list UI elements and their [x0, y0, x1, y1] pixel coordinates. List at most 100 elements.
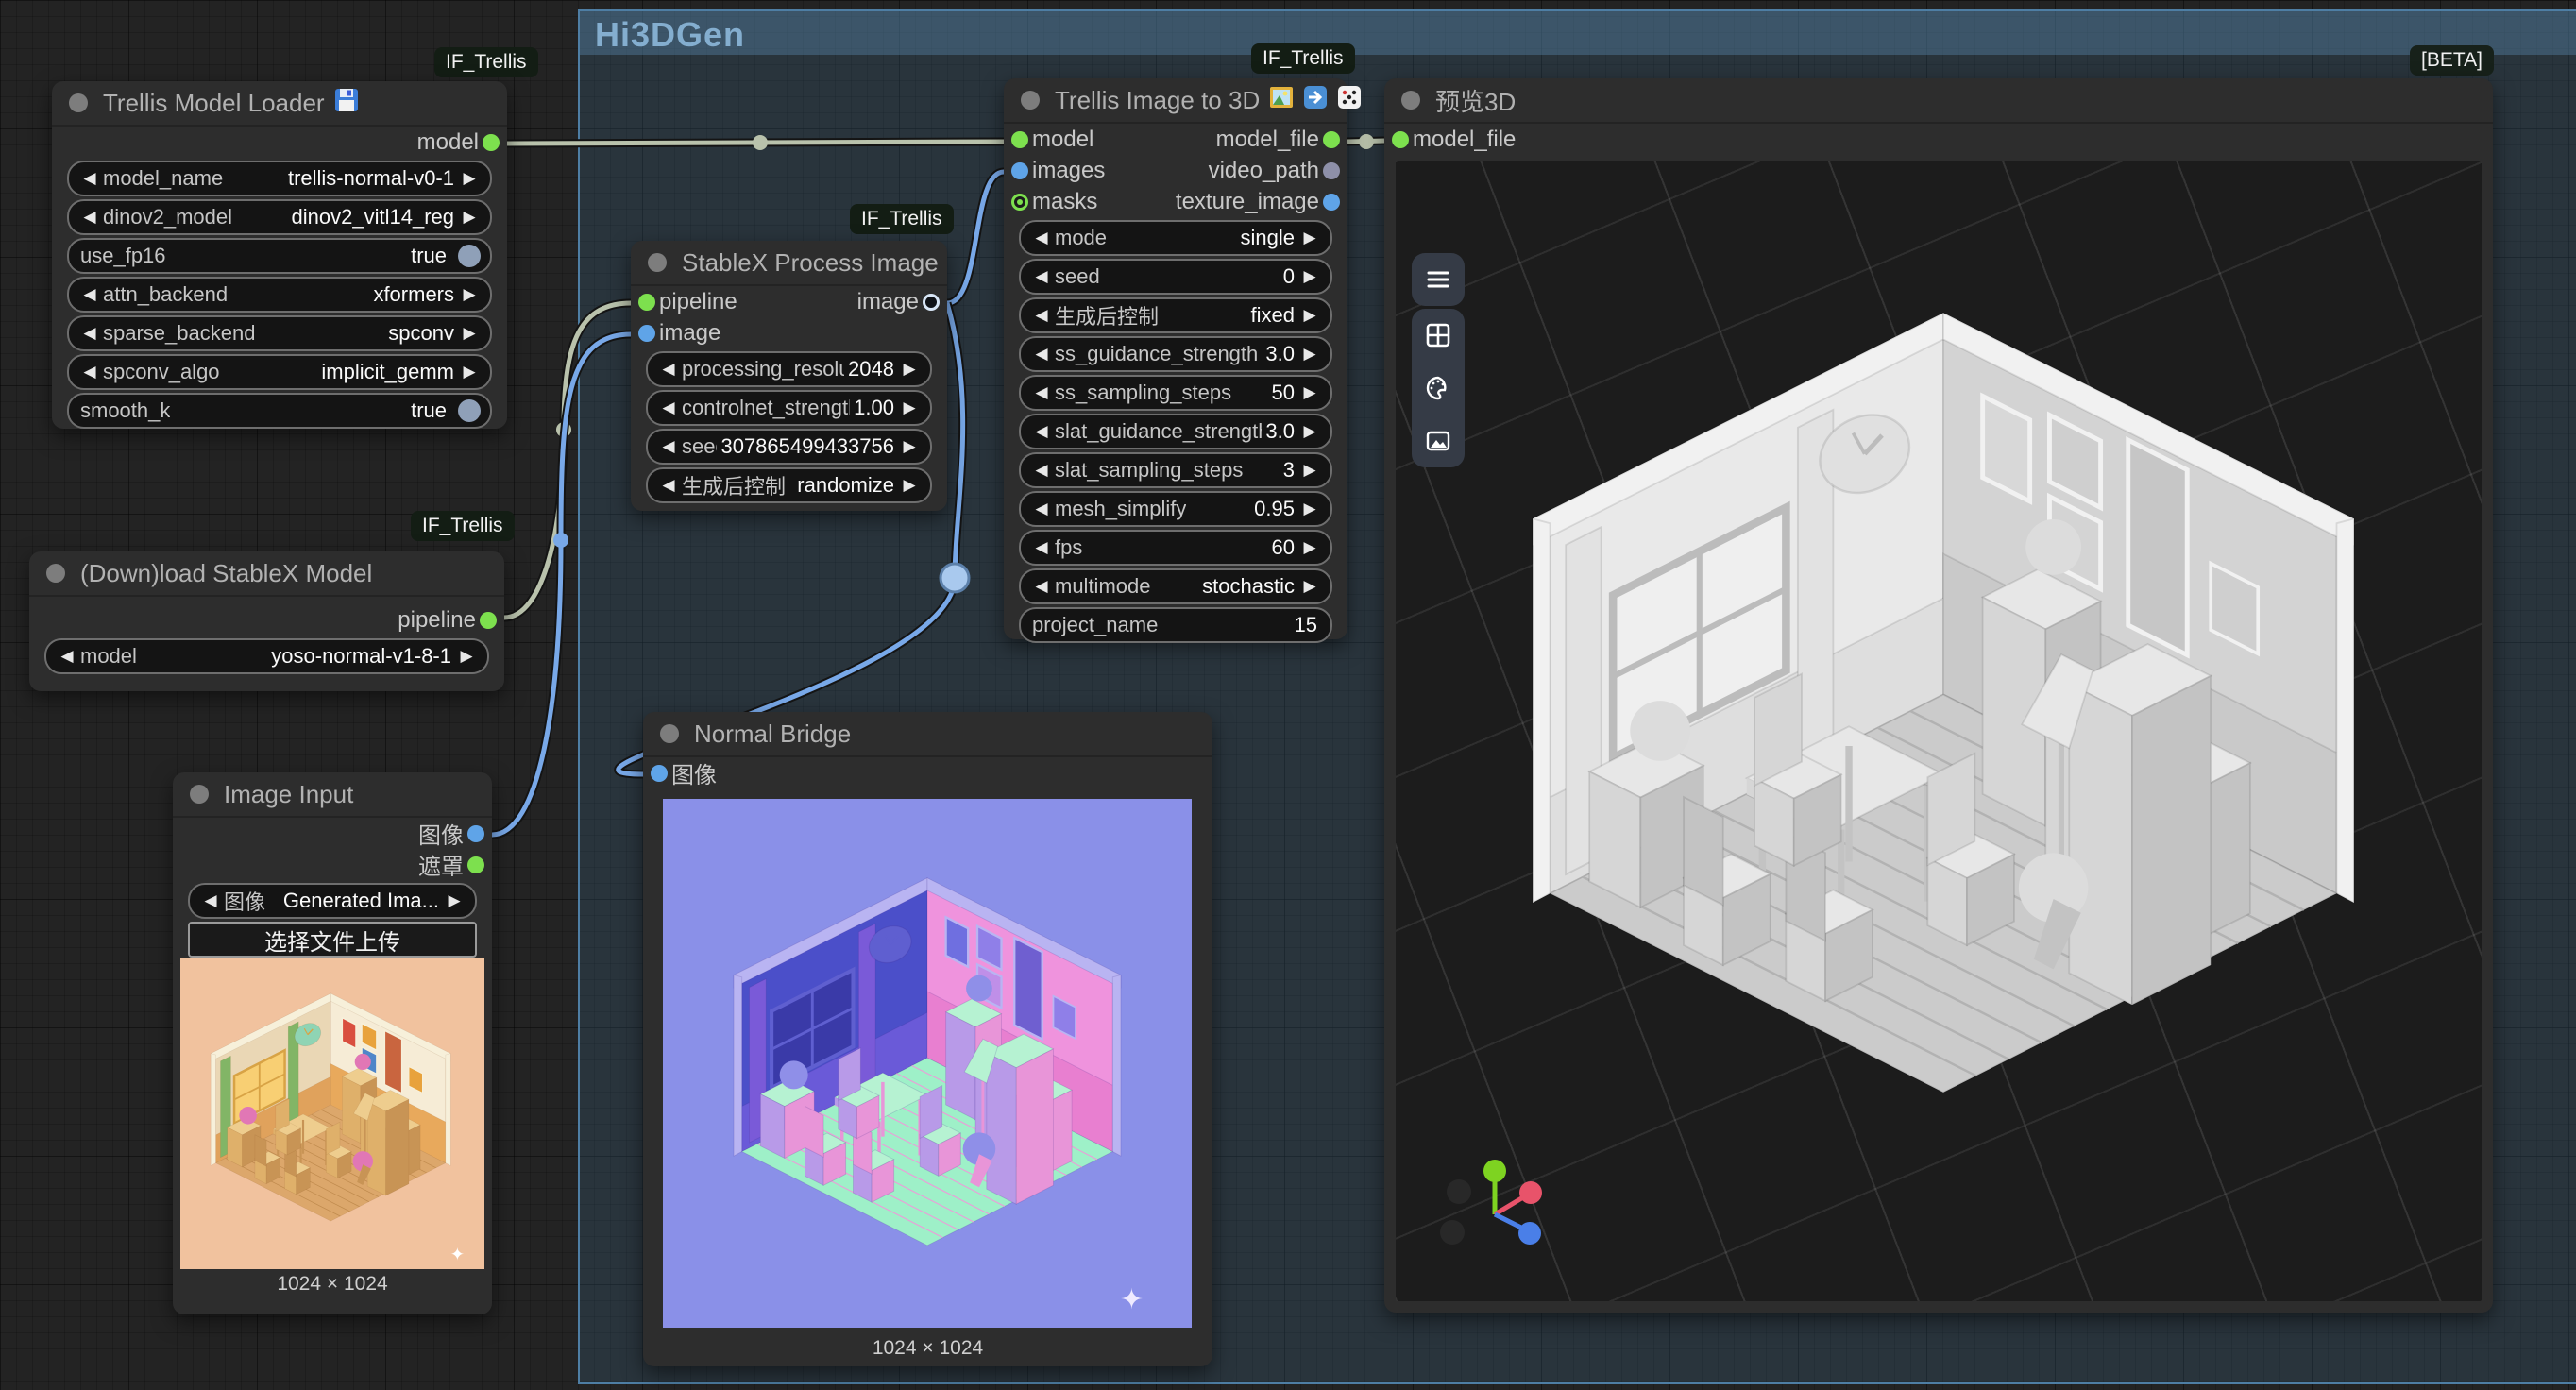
node-header[interactable]: 预览3D: [1384, 78, 2493, 124]
port-dot[interactable]: [483, 133, 500, 151]
increment-arrow-icon[interactable]: ▶: [458, 363, 481, 381]
image-icon[interactable]: [1412, 415, 1465, 467]
decrement-arrow-icon[interactable]: ◀: [56, 647, 78, 666]
decrement-arrow-icon[interactable]: ◀: [1030, 383, 1053, 402]
widget-use-fp16[interactable]: use_fp16 true: [67, 238, 492, 274]
toggle-knob-icon[interactable]: [458, 399, 481, 422]
port-dot[interactable]: [480, 611, 497, 629]
port-dot[interactable]: [1323, 161, 1340, 179]
node-header[interactable]: StableX Process Image: [631, 241, 947, 286]
widget-controlnet-strength[interactable]: ◀ controlnet_strength 1.00 ▶: [646, 390, 932, 426]
increment-arrow-icon[interactable]: ▶: [1298, 461, 1321, 480]
palette-icon[interactable]: [1412, 362, 1465, 415]
grid-icon[interactable]: [1412, 309, 1465, 362]
decrement-arrow-icon[interactable]: ◀: [657, 476, 680, 495]
collapse-dot-icon[interactable]: [69, 93, 88, 112]
collapse-dot-icon[interactable]: [46, 564, 65, 583]
widget-ss-sampling-steps[interactable]: ◀ ss_sampling_steps 50 ▶: [1019, 375, 1332, 411]
increment-arrow-icon[interactable]: ▶: [458, 285, 481, 304]
increment-arrow-icon[interactable]: ▶: [1298, 229, 1321, 247]
menu-icon[interactable]: [1412, 253, 1465, 306]
node-graph-canvas[interactable]: Hi3DGen IF_Trellis IF_Trellis IF_Trellis…: [0, 0, 2576, 1390]
widget-multimode[interactable]: ◀ multimode stochastic ▶: [1019, 568, 1332, 604]
collapse-dot-icon[interactable]: [1401, 91, 1420, 110]
widget-mesh-simplify[interactable]: ◀ mesh_simplify 0.95 ▶: [1019, 491, 1332, 527]
port-dot[interactable]: [1392, 130, 1409, 148]
increment-arrow-icon[interactable]: ▶: [1298, 500, 1321, 518]
reroute-node[interactable]: [939, 562, 971, 594]
decrement-arrow-icon[interactable]: ◀: [78, 363, 101, 381]
decrement-arrow-icon[interactable]: ◀: [1030, 267, 1053, 286]
node-stablex-process-image[interactable]: StableX Process Image pipeline image image ◀…: [631, 241, 947, 511]
increment-arrow-icon[interactable]: ▶: [458, 208, 481, 227]
widget-project-name[interactable]: project_name 15: [1019, 607, 1332, 643]
node-normal-bridge[interactable]: Normal Bridge 图像 ✦ 1024 × 1024: [643, 712, 1212, 1366]
increment-arrow-icon[interactable]: ▶: [1298, 345, 1321, 364]
decrement-arrow-icon[interactable]: ◀: [1030, 229, 1053, 247]
increment-arrow-icon[interactable]: ▶: [1298, 422, 1321, 441]
node-header[interactable]: Trellis Model Loader: [52, 81, 507, 127]
collapse-dot-icon[interactable]: [1021, 91, 1040, 110]
node-trellis-model-loader[interactable]: Trellis Model Loader model ◀ model_name trel…: [52, 81, 507, 429]
port-dot[interactable]: [1323, 130, 1340, 148]
port-dot-hollow[interactable]: [1011, 193, 1028, 211]
node-header[interactable]: Trellis Image to 3D: [1004, 78, 1362, 124]
widget-smooth-k[interactable]: smooth_k true: [67, 393, 492, 429]
widget-image-select[interactable]: ◀ 图像 Generated Ima... ▶: [188, 883, 477, 919]
widget-dinov2-model[interactable]: ◀ dinov2_model dinov2_vitl14_reg ▶: [67, 199, 492, 235]
decrement-arrow-icon[interactable]: ◀: [1030, 461, 1053, 480]
increment-arrow-icon[interactable]: ▶: [1298, 267, 1321, 286]
decrement-arrow-icon[interactable]: ◀: [199, 891, 222, 910]
widget-model[interactable]: ◀ model yoso-normal-v1-8-1 ▶: [44, 638, 489, 674]
node-download-stablex-model[interactable]: (Down)load StableX Model pipeline ◀ model yo…: [29, 551, 504, 691]
widget-control-after-generate[interactable]: ◀ 生成后控制 randomize ▶: [646, 467, 932, 503]
widget-spconv-algo[interactable]: ◀ spconv_algo implicit_gemm ▶: [67, 354, 492, 390]
decrement-arrow-icon[interactable]: ◀: [78, 169, 101, 188]
widget-seed[interactable]: ◀ seed 0 ▶: [1019, 259, 1332, 295]
node-header[interactable]: Normal Bridge: [643, 712, 1212, 757]
widget-fps[interactable]: ◀ fps 60 ▶: [1019, 530, 1332, 566]
port-dot-ring[interactable]: [923, 293, 940, 311]
decrement-arrow-icon[interactable]: ◀: [78, 208, 101, 227]
3d-model-render[interactable]: [1481, 217, 2406, 1218]
increment-arrow-icon[interactable]: ▶: [458, 324, 481, 343]
port-dot[interactable]: [1323, 193, 1340, 211]
widget-slat-sampling-steps[interactable]: ◀ slat_sampling_steps 3 ▶: [1019, 452, 1332, 488]
collapse-dot-icon[interactable]: [648, 253, 667, 272]
decrement-arrow-icon[interactable]: ◀: [1030, 577, 1053, 596]
increment-arrow-icon[interactable]: ▶: [1298, 538, 1321, 557]
decrement-arrow-icon[interactable]: ◀: [78, 324, 101, 343]
increment-arrow-icon[interactable]: ▶: [898, 437, 921, 456]
increment-arrow-icon[interactable]: ▶: [898, 360, 921, 379]
node-preview-3d[interactable]: 预览3D model_file: [1384, 78, 2493, 1313]
increment-arrow-icon[interactable]: ▶: [1298, 577, 1321, 596]
decrement-arrow-icon[interactable]: ◀: [1030, 538, 1053, 557]
decrement-arrow-icon[interactable]: ◀: [657, 360, 680, 379]
node-header[interactable]: Image Input: [173, 772, 492, 818]
collapse-dot-icon[interactable]: [660, 724, 679, 743]
widget-sparse-backend[interactable]: ◀ sparse_backend spconv ▶: [67, 315, 492, 351]
collapse-dot-icon[interactable]: [190, 785, 209, 804]
widget-slat-guidance-strength[interactable]: ◀ slat_guidance_strength 3.0 ▶: [1019, 414, 1332, 449]
widget-seed[interactable]: ◀seed307865499433756▶: [646, 429, 932, 465]
widget-attn-backend[interactable]: ◀ attn_backend xformers ▶: [67, 277, 492, 313]
increment-arrow-icon[interactable]: ▶: [898, 398, 921, 417]
node-header[interactable]: (Down)load StableX Model: [29, 551, 504, 597]
increment-arrow-icon[interactable]: ▶: [443, 891, 466, 910]
upload-file-button[interactable]: 选择文件上传: [188, 922, 477, 958]
widget-processing-resolution[interactable]: ◀processing_resolution2048▶: [646, 351, 932, 387]
decrement-arrow-icon[interactable]: ◀: [78, 285, 101, 304]
widget-model-name[interactable]: ◀ model_name trellis-normal-v0-1 ▶: [67, 161, 492, 196]
increment-arrow-icon[interactable]: ▶: [458, 169, 481, 188]
port-dot[interactable]: [638, 293, 655, 311]
node-image-input[interactable]: Image Input 图像 遮罩 ◀ 图像 Generated Ima... ▶ 选择文件上…: [173, 772, 492, 1314]
port-dot[interactable]: [1011, 161, 1028, 179]
widget-ss-guidance-strength[interactable]: ◀ ss_guidance_strength 3.0 ▶: [1019, 336, 1332, 372]
port-dot[interactable]: [638, 324, 655, 342]
port-dot[interactable]: [1011, 130, 1028, 148]
port-dot[interactable]: [467, 824, 484, 842]
port-dot[interactable]: [467, 856, 484, 873]
increment-arrow-icon[interactable]: ▶: [898, 476, 921, 495]
decrement-arrow-icon[interactable]: ◀: [1030, 500, 1053, 518]
widget-control-after-generate[interactable]: ◀ 生成后控制 fixed ▶: [1019, 297, 1332, 333]
